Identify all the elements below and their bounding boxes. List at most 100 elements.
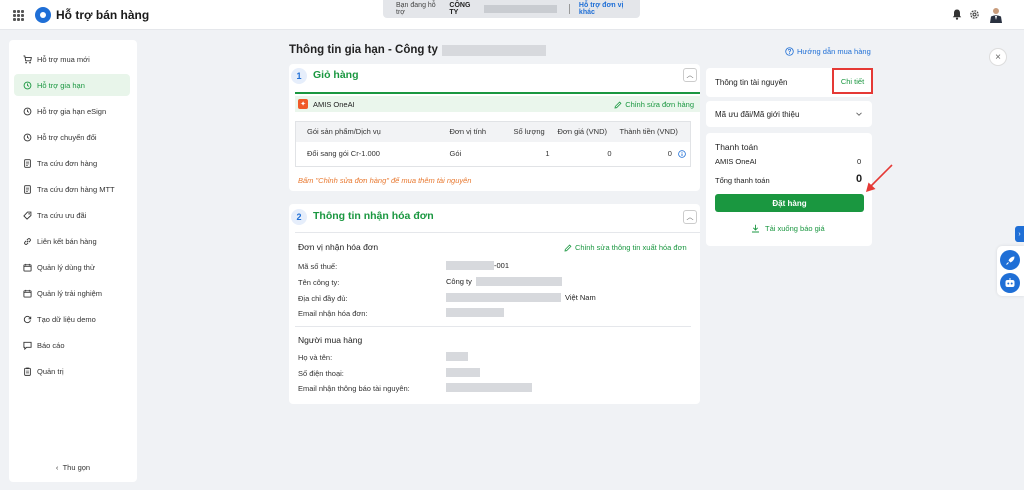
buyer-name-label: Họ và tên: (298, 353, 333, 362)
collapse-label: Thu gọn (62, 463, 91, 472)
sidebar-item-reports[interactable]: Báo cáo (14, 334, 130, 356)
col-total: Thành tiền (VND) (615, 121, 691, 142)
tax-code-value: -001 (446, 261, 509, 270)
section-divider (295, 326, 691, 327)
redacted-company-name (483, 5, 557, 13)
pencil-icon (614, 101, 622, 109)
sidebar-item-label: Quản lý trải nghiệm (37, 288, 103, 298)
invoice-receiver-heading: Đơn vị nhận hóa đơn (298, 242, 379, 252)
phone-label: Số điện thoại: (298, 369, 344, 378)
section-divider (295, 92, 700, 94)
edit-invoice-link[interactable]: Chỉnh sửa thông tin xuất hóa đơn (564, 243, 687, 252)
help-circle-icon (785, 47, 794, 56)
gear-icon[interactable] (969, 9, 980, 20)
collapse-invoice-button[interactable]: ︿ (683, 210, 697, 224)
address-label: Địa chỉ đầy đủ: (298, 294, 348, 303)
sidebar-item-order-lookup[interactable]: Tra cứu đơn hàng (14, 152, 130, 174)
clipboard-icon (24, 367, 31, 376)
sidebar-item-label: Hỗ trợ mua mới (37, 54, 90, 64)
sidebar-item-label: Hỗ trợ gia hạn (37, 80, 85, 90)
app-title: Hỗ trợ bán hàng (56, 8, 150, 22)
chatbot-button[interactable] (1000, 273, 1020, 293)
annotation-arrow-icon (866, 164, 893, 192)
calendar-icon (23, 263, 32, 272)
guide-link-label: Hướng dẫn mua hàng (797, 47, 871, 56)
total-payment-label: Tổng thanh toán (715, 176, 770, 185)
resource-detail-link[interactable]: Chi tiết (832, 68, 873, 94)
bell-icon[interactable] (952, 9, 962, 20)
promo-code-card[interactable]: Mã ưu đãi/Mã giới thiệu (706, 101, 872, 127)
cell-package: Đổi sang gói Cr-1.000 (295, 141, 446, 167)
amis-oneai-icon: ✦ (298, 99, 308, 109)
download-quote-label: Tải xuống báo giá (765, 224, 825, 233)
sidebar-item-conversion[interactable]: Hỗ trợ chuyển đổi (14, 126, 130, 148)
sidebar-item-promo-lookup[interactable]: Tra cứu ưu đãi (14, 204, 130, 226)
col-quantity: Số lượng (509, 121, 554, 142)
tag-icon (23, 211, 32, 220)
page-title: Thông tin gia hạn - Công ty (289, 44, 546, 56)
sidebar-item-label: Liên kết bán hàng (37, 236, 97, 246)
buyer-heading: Người mua hàng (298, 335, 363, 345)
app-grid-icon[interactable] (13, 10, 24, 21)
section-number: 1 (291, 68, 307, 84)
redacted-company-name (475, 277, 562, 286)
redacted-tax-code (446, 261, 494, 270)
cell-total: 0 (615, 141, 691, 167)
redacted-name (446, 352, 468, 361)
purchase-guide-link[interactable]: Hướng dẫn mua hàng (785, 47, 871, 56)
support-banner: Bạn đang hỗ trợ CÔNG TY Hỗ trợ đơn vị kh… (383, 0, 640, 18)
sidebar-item-renewal[interactable]: Hỗ trợ gia hạn (14, 74, 130, 96)
tax-code-label: Mã số thuế: (298, 262, 338, 271)
cell-quantity: 1 (509, 141, 554, 167)
chevron-up-icon: ︿ (686, 72, 694, 79)
sidebar-item-label: Hỗ trợ gia hạn eSign (37, 106, 107, 116)
invoice-email-label: Email nhận hóa đơn: (298, 309, 368, 318)
notify-email-value (446, 383, 532, 392)
sidebar-item-experience-management[interactable]: Quản lý trải nghiệm (14, 282, 130, 304)
place-order-button[interactable]: Đặt hàng (715, 194, 864, 212)
rocket-button[interactable] (1000, 250, 1020, 270)
payment-product-label: AMIS OneAI (715, 157, 757, 166)
history-icon (23, 133, 32, 141)
section-title: Thông tin nhận hóa đơn (313, 210, 434, 222)
table-row: Đổi sang gói Cr-1.000 Gói 1 0 0 (295, 141, 691, 167)
product-header: ✦ AMIS OneAI Chỉnh sửa đơn hàng (295, 96, 700, 112)
download-quote-link[interactable]: Tải xuống báo giá (751, 224, 825, 233)
company-name-label: Tên công ty: (298, 278, 340, 287)
page-title-text: Thông tin gia hạn - Công ty (289, 44, 438, 56)
redacted-company-name (441, 44, 546, 56)
invoice-section: 2 Thông tin nhận hóa đơn ︿ (289, 204, 700, 404)
detail-link-label: Chi tiết (840, 76, 865, 86)
avatar[interactable] (989, 7, 1003, 23)
sidebar: Hỗ trợ mua mới Hỗ trợ gia hạn Hỗ trợ gia… (9, 40, 137, 482)
sidebar-item-renewal-esign[interactable]: Hỗ trợ gia hạn eSign (14, 100, 130, 122)
close-button[interactable]: × (989, 48, 1007, 66)
edit-invoice-label: Chỉnh sửa thông tin xuất hóa đơn (575, 243, 687, 252)
cell-unit-price: 0 (553, 141, 616, 167)
sidebar-item-label: Quản trị (37, 366, 64, 376)
info-icon[interactable] (678, 150, 686, 159)
company-prefix: Công ty (446, 277, 472, 286)
sidebar-item-trial-management[interactable]: Quản lý dùng thử (14, 256, 130, 278)
address-value: Việt Nam (446, 293, 596, 302)
product-name: AMIS OneAI (313, 99, 355, 109)
sidebar-item-demo-data[interactable]: Tạo dữ liệu demo (14, 308, 130, 330)
switch-unit-link[interactable]: Hỗ trợ đơn vị khác (579, 2, 640, 16)
redacted-phone (446, 368, 480, 377)
app-logo-icon (35, 7, 51, 23)
edit-order-link[interactable]: Chỉnh sửa đơn hàng (614, 100, 694, 109)
collapse-sidebar-button[interactable]: ‹ Thu gọn (9, 463, 137, 472)
redacted-email (446, 383, 532, 392)
sidebar-item-label: Tra cứu ưu đãi (37, 210, 87, 220)
sidebar-item-sales-link[interactable]: Liên kết bán hàng (14, 230, 130, 252)
expand-panel-tab[interactable]: › (1015, 226, 1024, 242)
cell-unit: Gói (445, 141, 510, 167)
sidebar-item-admin[interactable]: Quản trị (14, 360, 130, 382)
history-icon (23, 81, 32, 89)
sidebar-item-order-lookup-mtt[interactable]: Tra cứu đơn hàng MTT (14, 178, 130, 200)
sidebar-item-new-purchase[interactable]: Hỗ trợ mua mới (14, 48, 130, 70)
promo-code-label: Mã ưu đãi/Mã giới thiệu (715, 110, 800, 119)
collapse-cart-button[interactable]: ︿ (683, 68, 697, 82)
sidebar-item-label: Quản lý dùng thử (37, 262, 95, 272)
history-icon (23, 107, 32, 115)
